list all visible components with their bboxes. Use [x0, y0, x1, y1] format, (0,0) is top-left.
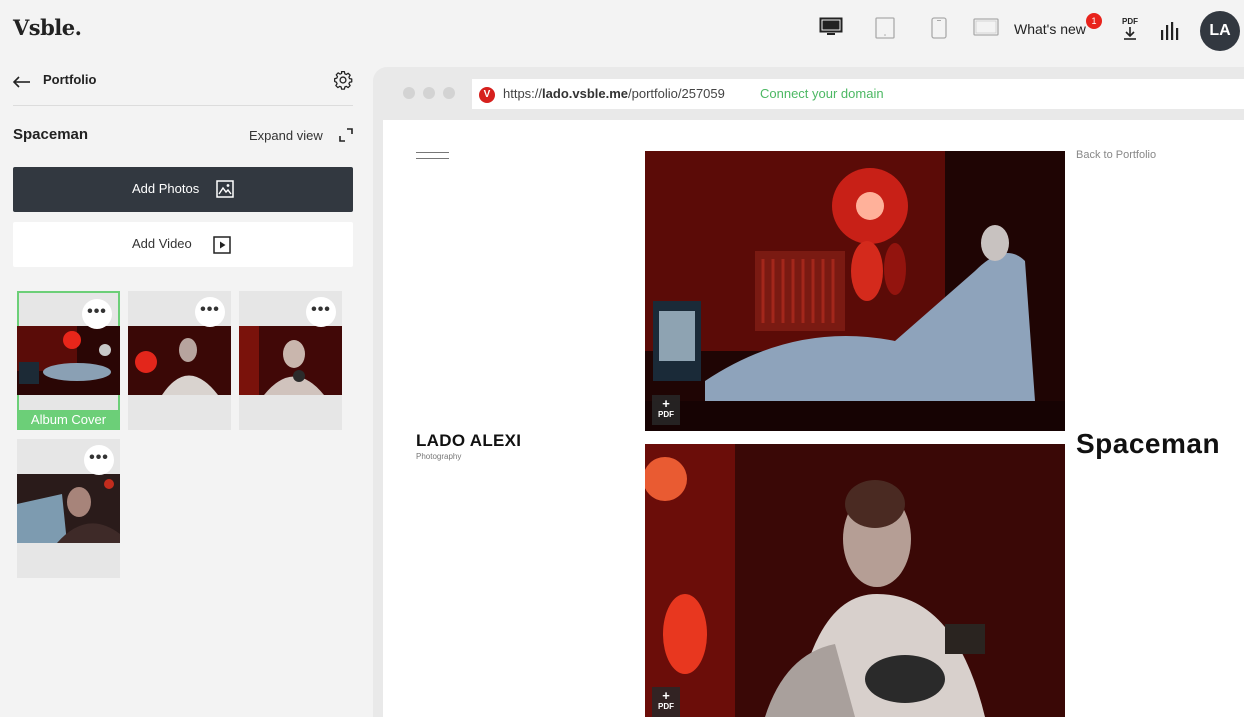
add-to-pdf-button[interactable]: + PDF — [652, 395, 680, 425]
pdf-chip-label: PDF — [658, 410, 674, 419]
album-photo-2[interactable]: + PDF — [645, 444, 1065, 717]
photo-thumbnail-3[interactable]: ••• — [239, 291, 342, 430]
window-dot-maximize — [443, 87, 455, 99]
thumbnail-image — [17, 474, 120, 543]
pdf-download-label: PDF — [1122, 17, 1138, 26]
album-photo-1[interactable]: + PDF — [645, 151, 1065, 431]
plus-icon: + — [662, 688, 670, 703]
pdf-chip-label: PDF — [658, 702, 674, 711]
author-subtitle: Photography — [416, 452, 462, 461]
back-to-portfolio-link[interactable]: Portfolio — [43, 72, 96, 87]
app-root: Vsble. What's new 1 PDF LA Portfolio Spa… — [0, 0, 1244, 717]
landscape-view-icon[interactable] — [973, 17, 999, 37]
hamburger-menu-icon[interactable] — [416, 152, 449, 164]
gear-icon[interactable] — [333, 70, 353, 90]
add-video-button[interactable]: Add Video — [13, 222, 353, 267]
tablet-view-icon[interactable] — [875, 17, 895, 39]
photo-thumbnail-2[interactable]: ••• — [128, 291, 231, 430]
album-heading: Spaceman — [1076, 428, 1221, 459]
window-dot-close — [403, 87, 415, 99]
author-name[interactable]: LADO ALEXI — [416, 431, 521, 451]
notification-badge: 1 — [1086, 13, 1102, 29]
astronaut-photo-image — [645, 151, 1065, 431]
thumbnail-menu-button[interactable]: ••• — [82, 299, 112, 329]
url-prefix: https:// — [503, 86, 543, 101]
mobile-view-icon[interactable] — [931, 17, 947, 39]
thumbnail-image — [239, 326, 342, 395]
back-arrow-icon[interactable] — [13, 76, 31, 88]
astronaut-portrait-image — [645, 444, 1065, 717]
pdf-download-button[interactable]: PDF — [1120, 18, 1140, 45]
thumbnail-menu-button[interactable]: ••• — [195, 297, 225, 327]
add-to-pdf-button[interactable]: + PDF — [652, 687, 680, 717]
window-dot-minimize — [423, 87, 435, 99]
vsble-favicon: V — [479, 87, 495, 103]
url-domain: lado.vsble.me — [542, 86, 629, 101]
plus-icon: + — [662, 396, 670, 411]
desktop-view-icon[interactable] — [819, 17, 843, 37]
top-bar: Vsble. What's new 1 PDF LA — [0, 0, 1244, 62]
sidebar: Portfolio Spaceman Expand view Add Photo… — [0, 62, 370, 717]
statistics-icon[interactable] — [1160, 22, 1180, 40]
thumbnail-image — [128, 326, 231, 395]
download-icon — [1124, 27, 1136, 40]
photo-thumbnail-4[interactable]: ••• — [17, 439, 120, 578]
album-title: Spaceman — [13, 126, 89, 143]
sidebar-header: Portfolio — [13, 70, 353, 106]
whats-new-link[interactable]: What's new — [1014, 21, 1086, 37]
site-url[interactable]: https://lado.vsble.me/portfolio/257059 — [503, 86, 725, 101]
site-preview-frame: V https://lado.vsble.me/portfolio/257059… — [373, 67, 1244, 717]
thumbnail-menu-button[interactable]: ••• — [306, 297, 336, 327]
vsble-logo[interactable]: Vsble. — [13, 15, 82, 40]
site-page: LADO ALEXI Photography Back to Portfolio… — [383, 120, 1244, 717]
video-play-icon — [213, 236, 231, 254]
url-bar: V https://lado.vsble.me/portfolio/257059… — [472, 79, 1244, 109]
thumbnail-image — [17, 326, 120, 395]
url-path: /portfolio/257059 — [628, 86, 725, 101]
add-photos-label: Add Photos — [132, 181, 200, 196]
connect-domain-link[interactable]: Connect your domain — [760, 86, 884, 101]
album-cover-label: Album Cover — [17, 410, 120, 430]
expand-view-button[interactable]: Expand view — [249, 128, 323, 143]
user-avatar[interactable]: LA — [1200, 11, 1240, 51]
add-video-label: Add Video — [132, 236, 192, 251]
add-photos-button[interactable]: Add Photos — [13, 167, 353, 212]
back-to-portfolio-link[interactable]: Back to Portfolio — [1076, 149, 1156, 161]
thumbnail-menu-button[interactable]: ••• — [84, 445, 114, 475]
image-icon — [216, 180, 234, 198]
expand-icon[interactable] — [339, 128, 353, 142]
photo-thumbnail-1[interactable]: ••• Album Cover — [17, 291, 120, 430]
